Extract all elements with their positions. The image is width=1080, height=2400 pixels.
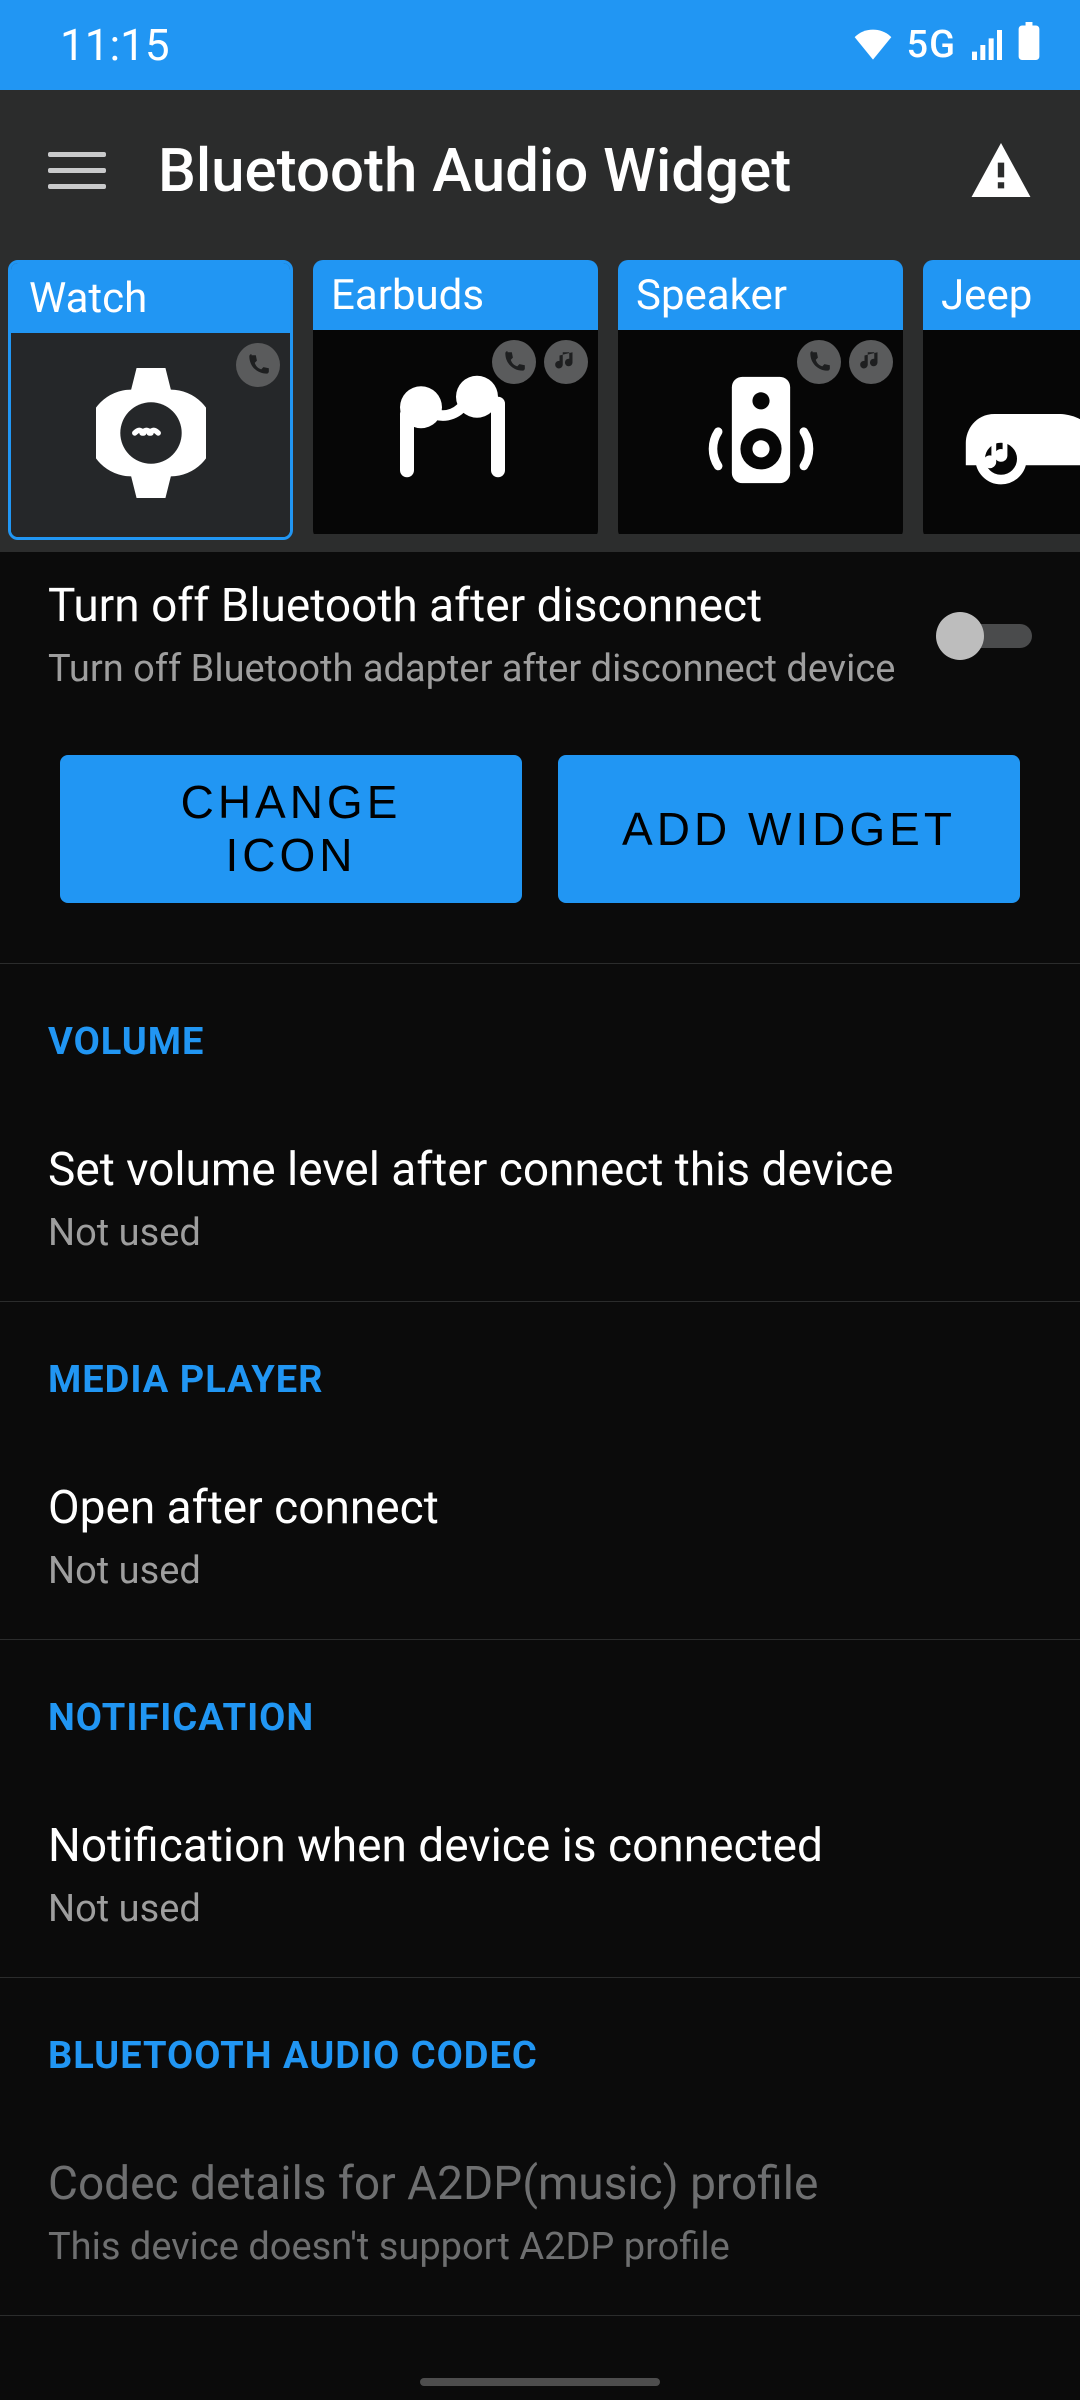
setting-title: Codec details for A2DP(music) profile xyxy=(48,2156,1032,2214)
warning-icon[interactable] xyxy=(970,143,1032,197)
status-time: 11:15 xyxy=(60,19,170,71)
setting-sub: Not used xyxy=(48,1210,1032,1258)
earbuds-icon xyxy=(386,375,526,489)
section-header-codec: BLUETOOTH AUDIO CODEC xyxy=(0,1978,1080,2096)
app-title: Bluetooth Audio Widget xyxy=(158,135,918,206)
phone-badge-icon xyxy=(797,340,841,384)
change-icon-button[interactable]: CHANGE ICON xyxy=(60,755,522,903)
setting-sub: This device doesn't support A2DP profile xyxy=(48,2224,1032,2272)
wifi-icon xyxy=(853,19,893,71)
button-label: CHANGE ICON xyxy=(176,776,406,882)
phone-badge-icon xyxy=(492,340,536,384)
setting-sub: Turn off Bluetooth adapter after disconn… xyxy=(48,646,936,694)
section-header-media: MEDIA PLAYER xyxy=(0,1302,1080,1420)
device-title: Watch xyxy=(11,263,290,333)
setting-notification-connected[interactable]: Notification when device is connected No… xyxy=(0,1758,1080,1977)
app-bar: Bluetooth Audio Widget xyxy=(0,90,1080,250)
divider xyxy=(0,2315,1080,2316)
music-badge-icon xyxy=(849,340,893,384)
music-badge-icon xyxy=(544,340,588,384)
setting-title: Set volume level after connect this devi… xyxy=(48,1142,1032,1200)
setting-codec-details: Codec details for A2DP(music) profile Th… xyxy=(0,2096,1080,2315)
setting-open-after-connect[interactable]: Open after connect Not used xyxy=(0,1420,1080,1639)
setting-title: Notification when device is connected xyxy=(48,1818,1032,1876)
status-right: 5G xyxy=(853,19,1040,71)
device-card-jeep[interactable]: Jeep xyxy=(923,260,1080,540)
battery-icon xyxy=(1018,19,1040,71)
setting-sub: Not used xyxy=(48,1548,1032,1596)
status-bar: 11:15 5G xyxy=(0,0,1080,90)
button-row: CHANGE ICON ADD WIDGET xyxy=(0,713,1080,963)
device-title: Jeep xyxy=(923,260,1080,330)
watch-icon xyxy=(96,368,206,502)
section-header-volume: VOLUME xyxy=(0,964,1080,1082)
setting-sub: Not used xyxy=(48,1886,1032,1934)
settings-list: Turn off Bluetooth after disconnect Turn… xyxy=(0,552,1080,2316)
menu-button[interactable] xyxy=(48,141,106,199)
device-title: Speaker xyxy=(618,260,903,330)
setting-title: Open after connect xyxy=(48,1480,1032,1538)
bt-off-switch[interactable] xyxy=(936,612,1032,660)
network-label: 5G xyxy=(907,23,956,67)
device-title: Earbuds xyxy=(313,260,598,330)
setting-bt-off[interactable]: Turn off Bluetooth after disconnect Turn… xyxy=(0,552,1080,713)
section-header-notification: NOTIFICATION xyxy=(0,1640,1080,1758)
device-row[interactable]: Watch Earbuds xyxy=(0,250,1080,552)
signal-icon xyxy=(970,19,1004,71)
setting-volume-level[interactable]: Set volume level after connect this devi… xyxy=(0,1082,1080,1301)
device-card-earbuds[interactable]: Earbuds xyxy=(313,260,598,540)
car-icon xyxy=(953,375,1080,489)
add-widget-button[interactable]: ADD WIDGET xyxy=(558,755,1020,903)
phone-badge-icon xyxy=(236,343,280,387)
setting-title: Turn off Bluetooth after disconnect xyxy=(48,578,936,636)
button-label: ADD WIDGET xyxy=(622,803,956,856)
nav-handle[interactable] xyxy=(420,2378,660,2386)
device-card-watch[interactable]: Watch xyxy=(8,260,293,540)
device-card-speaker[interactable]: Speaker xyxy=(618,260,903,540)
speaker-icon xyxy=(701,370,821,494)
